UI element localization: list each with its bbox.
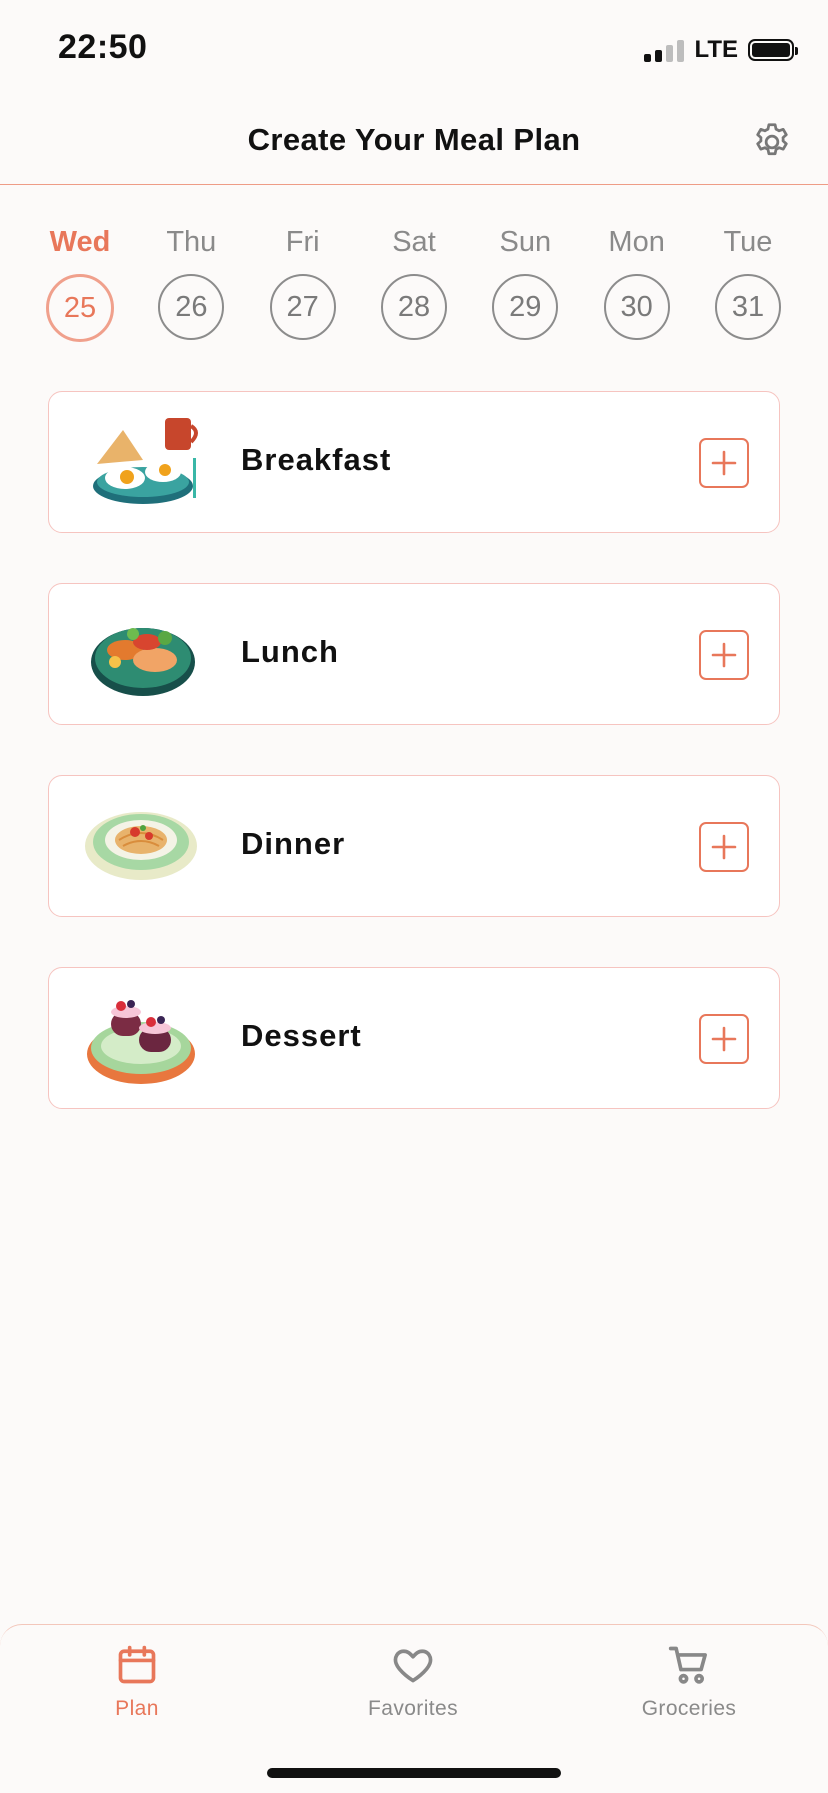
status-indicators: LTE — [644, 36, 798, 64]
tab-plan[interactable]: Plan — [37, 1643, 237, 1721]
day-number: 28 — [380, 274, 447, 340]
tab-label: Plan — [115, 1697, 159, 1720]
day-name: Tue — [723, 226, 773, 258]
plus-icon — [711, 642, 737, 668]
gear-icon[interactable] — [750, 120, 794, 164]
day-thu[interactable]: Thu 26 — [141, 222, 241, 342]
meal-label: Dessert — [241, 1018, 362, 1053]
tab-label: Groceries — [641, 1697, 737, 1720]
lunch-plate-icon — [91, 628, 195, 696]
day-mon[interactable]: Mon 30 — [587, 222, 687, 342]
day-wed[interactable]: Wed 25 — [30, 222, 130, 342]
tab-favorites[interactable]: Favorites — [313, 1643, 513, 1721]
tab-groceries[interactable]: Groceries — [589, 1643, 789, 1721]
meal-label: Breakfast — [241, 442, 392, 477]
day-fri[interactable]: Fri 27 — [253, 222, 353, 342]
meal-card-dinner[interactable]: Dinner — [48, 775, 780, 917]
plus-icon — [711, 450, 737, 476]
add-dessert-button[interactable] — [699, 1014, 749, 1064]
day-name: Fri — [285, 226, 320, 258]
day-tue[interactable]: Tue 31 — [698, 222, 798, 342]
dinner-plate-icon — [85, 812, 197, 880]
day-sat[interactable]: Sat 28 — [364, 222, 464, 342]
day-sun[interactable]: Sun 29 — [475, 222, 575, 342]
day-number: 31 — [714, 274, 781, 340]
network-label: LTE — [694, 36, 738, 63]
day-number: 30 — [603, 274, 670, 340]
day-name: Thu — [166, 226, 217, 258]
meal-card-breakfast[interactable]: Breakfast — [48, 391, 780, 533]
add-lunch-button[interactable] — [699, 630, 749, 680]
signal-icon — [644, 38, 685, 62]
plus-icon — [711, 834, 737, 860]
day-number: 25 — [46, 274, 114, 342]
plus-icon — [711, 1026, 737, 1052]
status-time: 22:50 — [58, 28, 148, 66]
day-name: Sun — [499, 226, 552, 258]
calendar-icon — [118, 1645, 156, 1684]
header: Create Your Meal Plan — [0, 100, 828, 185]
tab-label: Favorites — [368, 1697, 458, 1720]
battery-icon — [748, 39, 798, 61]
day-name: Mon — [608, 226, 665, 258]
page-title: Create Your Meal Plan — [247, 122, 581, 157]
meal-label: Lunch — [241, 634, 339, 669]
breakfast-plate-icon — [93, 418, 198, 504]
day-number: 27 — [269, 274, 336, 340]
add-dinner-button[interactable] — [699, 822, 749, 872]
cart-icon — [668, 1646, 707, 1684]
meal-card-lunch[interactable]: Lunch — [48, 583, 780, 725]
meal-card-dessert[interactable]: Dessert — [48, 967, 780, 1109]
add-breakfast-button[interactable] — [699, 438, 749, 488]
day-name: Wed — [49, 226, 111, 258]
home-indicator — [267, 1768, 561, 1778]
dessert-plate-icon — [87, 1000, 195, 1084]
week-day-selector: Wed 25 Thu 26 Fri 27 Sat 28 Sun 29 Mon 3… — [30, 222, 798, 342]
day-name: Sat — [392, 226, 436, 258]
heart-icon — [393, 1649, 433, 1683]
day-number: 29 — [492, 274, 559, 340]
meal-label: Dinner — [241, 826, 346, 861]
status-bar: 22:50 LTE — [0, 0, 828, 100]
day-number: 26 — [158, 274, 225, 340]
